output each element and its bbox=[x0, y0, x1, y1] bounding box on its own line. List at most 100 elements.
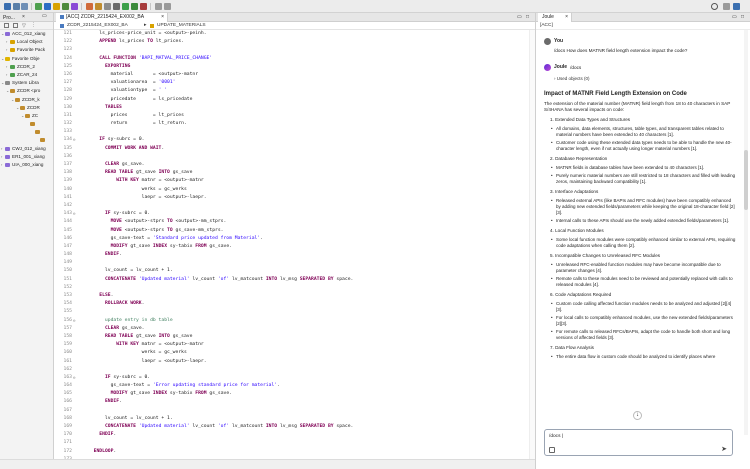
code-line[interactable]: 142 bbox=[54, 202, 535, 210]
code-line[interactable]: 127 valuationarea = '0001' bbox=[54, 79, 535, 87]
code-line[interactable]: 137 CLEAR gs_save. bbox=[54, 161, 535, 169]
code-line[interactable]: 141 laepr = <output>-laepr. bbox=[54, 194, 535, 202]
save-icon[interactable] bbox=[13, 3, 20, 10]
back-icon[interactable] bbox=[155, 3, 162, 10]
sap-logo-icon[interactable] bbox=[44, 3, 51, 10]
joule-scrollbar[interactable] bbox=[744, 30, 748, 435]
tree-item[interactable]: › ZCAR_24 bbox=[0, 71, 53, 79]
code-line[interactable]: 128 valuationtype = ' ' bbox=[54, 87, 535, 95]
tree-expander-icon[interactable]: › bbox=[6, 71, 7, 79]
run-config-icon[interactable] bbox=[131, 3, 138, 10]
view-menu-icon[interactable]: ⋮ bbox=[31, 22, 36, 28]
code-line[interactable]: 146 gs_save-text = 'Standard price updat… bbox=[54, 235, 535, 243]
code-line[interactable]: 124 CALL FUNCTION 'BAPI_MATVAL_PRICE_CHA… bbox=[54, 55, 535, 63]
code-line[interactable]: 172 ENDLOOP. bbox=[54, 448, 535, 456]
code-line[interactable]: 165 MODIFY gt_save INDEX sy-tabix FROM g… bbox=[54, 390, 535, 398]
maximize-icon[interactable]: □ bbox=[526, 14, 529, 20]
tree-expander-icon[interactable]: › bbox=[6, 46, 7, 54]
activate-icon[interactable] bbox=[53, 3, 60, 10]
code-line[interactable]: 131 prices = lt_prices bbox=[54, 112, 535, 120]
tree-expander-icon[interactable]: ⌄ bbox=[1, 55, 4, 63]
tree-expander-icon[interactable]: › bbox=[1, 153, 2, 161]
code-line[interactable]: 133 bbox=[54, 128, 535, 136]
scroll-down-button[interactable]: ↓ bbox=[633, 411, 642, 420]
tree-item[interactable] bbox=[0, 120, 53, 128]
tree-expander-icon[interactable]: › bbox=[1, 145, 2, 153]
code-line[interactable]: 144 MOVE <output>-stprs TO <output>-mm_s… bbox=[54, 218, 535, 226]
tree-item[interactable]: › ZCDR_2 bbox=[0, 63, 53, 71]
tree-expander-icon[interactable]: ⌄ bbox=[21, 112, 24, 120]
code-line[interactable]: 170 ENDIF. bbox=[54, 431, 535, 439]
minimize-icon[interactable]: ▭ bbox=[732, 14, 737, 20]
tree-expander-icon[interactable]: › bbox=[6, 38, 7, 46]
search-tool-icon[interactable] bbox=[113, 3, 120, 10]
tree-item[interactable]: › CWJ_012_xiang bbox=[0, 145, 53, 153]
run-icon[interactable] bbox=[71, 3, 78, 10]
breadcrumb-form[interactable]: UPDATE_MATERIALS bbox=[157, 22, 206, 30]
code-line[interactable]: 158 READ TABLE gt_save INTO gs_save bbox=[54, 333, 535, 341]
code-area[interactable]: 121 ls_prices-price_unit = <output>-pein… bbox=[54, 30, 535, 469]
tree-item[interactable]: › UIA_000_xiang bbox=[0, 161, 53, 169]
tree-item[interactable] bbox=[0, 136, 53, 144]
fold-icon[interactable]: ⊖ bbox=[73, 317, 75, 325]
prompt-input-text[interactable]: /docs | bbox=[549, 434, 563, 439]
tree-item[interactable]: › ER1_001_xiang bbox=[0, 153, 53, 161]
tree-item[interactable]: ⌄ ACC_012_xiang bbox=[0, 30, 53, 38]
code-line[interactable]: 161 laepr = <output>-laepr. bbox=[54, 358, 535, 366]
code-line[interactable]: 162 bbox=[54, 366, 535, 374]
code-line[interactable]: 140 werks = gc_werks bbox=[54, 186, 535, 194]
joule-prompt-input[interactable]: /docs | ➤ bbox=[544, 429, 733, 456]
code-line[interactable]: 157 CLEAR gs_save. bbox=[54, 325, 535, 333]
tree-item[interactable]: › Favorite Pack bbox=[0, 46, 53, 54]
joule-tab[interactable]: Joule × bbox=[538, 13, 572, 22]
code-line[interactable]: 151 CONCATENATE 'Updated material' lv_co… bbox=[54, 276, 535, 284]
tree-item[interactable]: ⌄ ZCDR bbox=[0, 104, 53, 112]
filter-icon[interactable]: ▽ bbox=[22, 23, 26, 29]
code-line[interactable]: 147 MODIFY gt_save INDEX sy-tabix FROM g… bbox=[54, 243, 535, 251]
code-line[interactable]: 171 bbox=[54, 439, 535, 447]
code-line[interactable]: 166 ENDIF. bbox=[54, 398, 535, 406]
tree-expander-icon[interactable]: ⌄ bbox=[6, 87, 9, 95]
tree-expander-icon[interactable]: › bbox=[1, 161, 2, 169]
code-line[interactable]: 123 bbox=[54, 46, 535, 54]
external-tools-icon[interactable] bbox=[140, 3, 147, 10]
tree-expander-icon[interactable]: ⌄ bbox=[1, 79, 4, 87]
code-line[interactable]: 152 bbox=[54, 284, 535, 292]
minimize-icon[interactable]: ▭ bbox=[42, 13, 47, 19]
save-all-icon[interactable] bbox=[21, 3, 28, 10]
code-line[interactable]: 121 ls_prices-price_unit = <output>-pein… bbox=[54, 30, 535, 38]
code-line[interactable]: 149 bbox=[54, 259, 535, 267]
tree-expander-icon[interactable]: ⌄ bbox=[1, 30, 4, 38]
used-objects-toggle[interactable]: › Used objects (0) bbox=[554, 76, 736, 81]
code-line[interactable]: 135 COMMIT WORK AND WAIT. bbox=[54, 145, 535, 153]
pin-icon[interactable] bbox=[86, 3, 93, 10]
code-line[interactable]: 160 werks = gc_werks bbox=[54, 349, 535, 357]
attach-icon[interactable] bbox=[549, 447, 555, 453]
fold-icon[interactable]: ⊖ bbox=[73, 136, 75, 144]
tree-expander-icon[interactable]: ⌄ bbox=[16, 104, 19, 112]
code-line[interactable]: 167 bbox=[54, 407, 535, 415]
close-tab-icon[interactable]: × bbox=[161, 13, 164, 22]
history-icon[interactable] bbox=[104, 3, 111, 10]
code-line[interactable]: 155 bbox=[54, 308, 535, 316]
perspective-icon[interactable] bbox=[723, 3, 730, 10]
code-line[interactable]: 122 APPEND ls_prices TO lt_prices. bbox=[54, 38, 535, 46]
code-line[interactable]: 143 ⊖ IF sy-subrc = 0. bbox=[54, 210, 535, 218]
code-line[interactable]: 139 WITH KEY matnr = <output>-matnr bbox=[54, 177, 535, 185]
editor-tab[interactable]: [ACC] ZCDR_2215424_EX002_BA × bbox=[56, 13, 168, 22]
code-line[interactable]: 150 lv_count = lv_count + 1. bbox=[54, 267, 535, 275]
fold-icon[interactable]: ⊖ bbox=[73, 210, 75, 218]
minimize-icon[interactable]: ▭ bbox=[517, 14, 522, 20]
code-line[interactable]: 169 CONCATENATE 'Updated material' lv_co… bbox=[54, 423, 535, 431]
tree-item[interactable]: ⌄ System Libra bbox=[0, 79, 53, 87]
scrollbar-thumb[interactable] bbox=[744, 150, 748, 210]
code-line[interactable]: 130 TABLES bbox=[54, 104, 535, 112]
collapse-all-icon[interactable] bbox=[4, 23, 9, 28]
code-line[interactable]: 154 ROLLBACK WORK. bbox=[54, 300, 535, 308]
code-line[interactable]: 163 ⊖ IF sy-subrc = 0. bbox=[54, 374, 535, 382]
code-line[interactable]: 148 ENDIF. bbox=[54, 251, 535, 259]
debug-icon[interactable] bbox=[62, 3, 69, 10]
project-explorer-tab[interactable]: Pro... × ▭ bbox=[0, 13, 53, 22]
code-line[interactable]: 164 gs_save-text = 'Error updating stand… bbox=[54, 382, 535, 390]
play-icon[interactable] bbox=[122, 3, 129, 10]
